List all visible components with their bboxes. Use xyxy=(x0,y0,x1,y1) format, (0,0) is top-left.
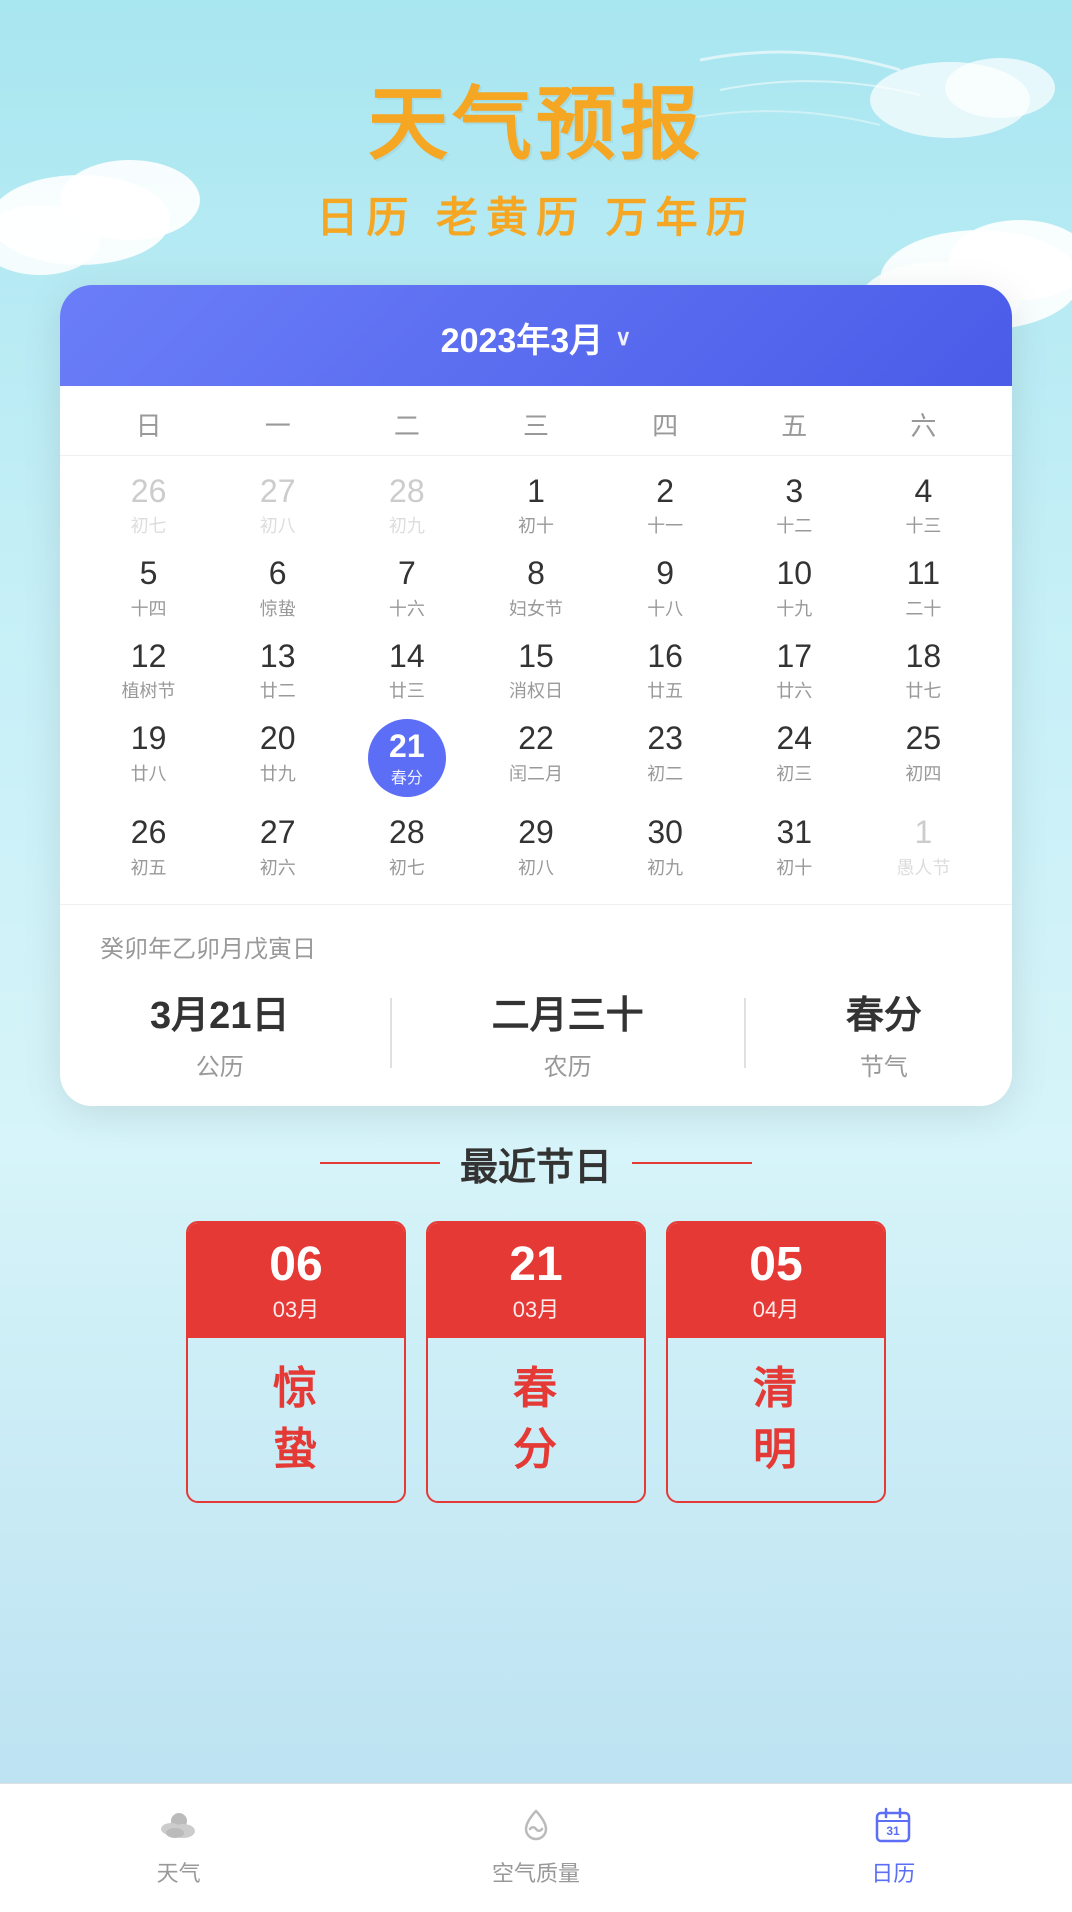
holiday-1-month: 03月 xyxy=(436,1292,636,1324)
weekday-mon: 一 xyxy=(213,402,342,447)
cal-day-3-0[interactable]: 19廿八 xyxy=(84,711,213,805)
cal-day-4-3[interactable]: 29初八 xyxy=(471,805,600,887)
solar-date: 3月21日 xyxy=(150,995,289,1037)
weekday-thu: 四 xyxy=(601,402,730,447)
jieqi-label: 节气 xyxy=(846,1047,922,1082)
solar-date-item: 3月21日 公历 xyxy=(150,984,289,1082)
cal-day-2-0[interactable]: 12植树节 xyxy=(84,629,213,711)
holiday-card-2-header: 05 04月 xyxy=(668,1223,884,1338)
svg-text:31: 31 xyxy=(887,1824,901,1838)
divider-2 xyxy=(744,998,746,1068)
holidays-title: 最近节日 xyxy=(460,1136,612,1191)
nav-air-quality-label: 空气质量 xyxy=(492,1856,580,1888)
nav-calendar-label: 日历 xyxy=(871,1856,915,1888)
air-quality-nav-icon xyxy=(511,1800,561,1850)
ganzhi-text: 癸卯年乙卯月戊寅日 xyxy=(100,929,972,964)
cal-day-4-6[interactable]: 1愚人节 xyxy=(859,805,988,887)
cal-day-3-4[interactable]: 23初二 xyxy=(601,711,730,805)
lunar-label: 农历 xyxy=(492,1047,644,1082)
cal-day-2-1[interactable]: 13廿二 xyxy=(213,629,342,711)
lunar-date-item: 二月三十 农历 xyxy=(492,984,644,1082)
cal-day-0-2[interactable]: 28初九 xyxy=(342,464,471,546)
weekday-sun: 日 xyxy=(84,402,213,447)
cal-day-0-3[interactable]: 1初十 xyxy=(471,464,600,546)
weekday-wed: 三 xyxy=(471,402,600,447)
selected-date-info: 癸卯年乙卯月戊寅日 3月21日 公历 二月三十 农历 春分 节气 xyxy=(60,904,1012,1106)
lunar-date: 二月三十 xyxy=(492,995,644,1037)
holiday-card-0-header: 06 03月 xyxy=(188,1223,404,1338)
cal-day-0-0[interactable]: 26初七 xyxy=(84,464,213,546)
date-details-row: 3月21日 公历 二月三十 农历 春分 节气 xyxy=(100,984,972,1082)
holiday-0-day: 06 xyxy=(196,1237,396,1292)
nav-weather-label: 天气 xyxy=(157,1856,201,1888)
cal-day-1-2[interactable]: 7十六 xyxy=(342,546,471,628)
cal-day-1-0[interactable]: 5十四 xyxy=(84,546,213,628)
cal-day-2-2[interactable]: 14廿三 xyxy=(342,629,471,711)
weekday-tue: 二 xyxy=(342,402,471,447)
cal-day-2-5[interactable]: 17廿六 xyxy=(730,629,859,711)
cal-day-1-3[interactable]: 8妇女节 xyxy=(471,546,600,628)
holidays-section: 最近节日 06 03月 惊蛰 21 03月 春分 05 xyxy=(0,1106,1072,1533)
calendar-card: 2023年3月 ∨ 日 一 二 三 四 五 六 26初七27初八28初九1初十2… xyxy=(60,285,1012,1106)
holiday-card-0[interactable]: 06 03月 惊蛰 xyxy=(186,1221,406,1503)
cal-day-4-0[interactable]: 26初五 xyxy=(84,805,213,887)
holiday-card-1[interactable]: 21 03月 春分 xyxy=(426,1221,646,1503)
nav-air-quality[interactable]: 空气质量 xyxy=(446,1800,626,1888)
solar-label: 公历 xyxy=(150,1047,289,1082)
weather-nav-icon xyxy=(154,1800,204,1850)
cal-day-0-5[interactable]: 3十二 xyxy=(730,464,859,546)
holiday-1-name: 春分 xyxy=(428,1338,644,1501)
cal-day-4-5[interactable]: 31初十 xyxy=(730,805,859,887)
cal-day-4-1[interactable]: 27初六 xyxy=(213,805,342,887)
cal-day-3-5[interactable]: 24初三 xyxy=(730,711,859,805)
cal-day-0-6[interactable]: 4十三 xyxy=(859,464,988,546)
month-label: 2023年3月 xyxy=(441,313,604,362)
weekday-sat: 六 xyxy=(859,402,988,447)
holiday-2-name: 清明 xyxy=(668,1338,884,1501)
app-title: 天气预报 xyxy=(0,60,1072,176)
app-header: 天气预报 日历 老黄历 万年历 xyxy=(0,0,1072,245)
bottom-navigation: 天气 空气质量 31 日历 xyxy=(0,1783,1072,1912)
holiday-0-month: 03月 xyxy=(196,1292,396,1324)
cal-day-3-6[interactable]: 25初四 xyxy=(859,711,988,805)
cal-day-1-5[interactable]: 10十九 xyxy=(730,546,859,628)
jieqi-text: 春分 xyxy=(846,995,922,1037)
cal-day-1-1[interactable]: 6惊蛰 xyxy=(213,546,342,628)
cal-day-2-6[interactable]: 18廿七 xyxy=(859,629,988,711)
weekday-headers: 日 一 二 三 四 五 六 xyxy=(60,386,1012,456)
holiday-0-name: 惊蛰 xyxy=(188,1338,404,1501)
cal-day-2-4[interactable]: 16廿五 xyxy=(601,629,730,711)
cal-day-1-6[interactable]: 11二十 xyxy=(859,546,988,628)
calendar-nav-icon: 31 xyxy=(868,1800,918,1850)
cal-day-4-4[interactable]: 30初九 xyxy=(601,805,730,887)
cal-day-0-4[interactable]: 2十一 xyxy=(601,464,730,546)
calendar-header[interactable]: 2023年3月 ∨ xyxy=(60,285,1012,386)
section-title-wrapper: 最近节日 xyxy=(40,1136,1032,1191)
holiday-card-2[interactable]: 05 04月 清明 xyxy=(666,1221,886,1503)
cal-day-1-4[interactable]: 9十八 xyxy=(601,546,730,628)
nav-calendar[interactable]: 31 日历 xyxy=(803,1800,983,1888)
month-title[interactable]: 2023年3月 ∨ xyxy=(100,313,972,362)
divider-1 xyxy=(390,998,392,1068)
weekday-fri: 五 xyxy=(730,402,859,447)
cal-day-4-2[interactable]: 28初七 xyxy=(342,805,471,887)
jieqi-item: 春分 节气 xyxy=(846,984,922,1082)
nav-weather[interactable]: 天气 xyxy=(89,1800,269,1888)
calendar-grid: 26初七27初八28初九1初十2十一3十二4十三 5十四6惊蛰7十六8妇女节9十八… xyxy=(60,456,1012,904)
cal-day-2-3[interactable]: 15消权日 xyxy=(471,629,600,711)
cal-day-3-2[interactable]: 21春分 xyxy=(342,711,471,805)
title-line-left xyxy=(320,1162,440,1164)
app-subtitle: 日历 老黄历 万年历 xyxy=(0,184,1072,245)
month-dropdown-arrow[interactable]: ∨ xyxy=(615,325,631,351)
title-line-right xyxy=(632,1162,752,1164)
holiday-1-day: 21 xyxy=(436,1237,636,1292)
holiday-2-month: 04月 xyxy=(676,1292,876,1324)
cal-day-3-3[interactable]: 22闰二月 xyxy=(471,711,600,805)
cal-day-0-1[interactable]: 27初八 xyxy=(213,464,342,546)
holiday-cards-container: 06 03月 惊蛰 21 03月 春分 05 04月 清明 xyxy=(40,1221,1032,1503)
cal-day-3-1[interactable]: 20廿九 xyxy=(213,711,342,805)
holiday-card-1-header: 21 03月 xyxy=(428,1223,644,1338)
holiday-2-day: 05 xyxy=(676,1237,876,1292)
